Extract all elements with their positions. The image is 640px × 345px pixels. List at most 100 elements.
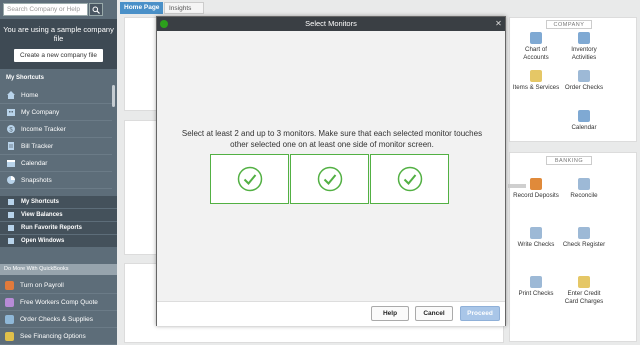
square-icon: [6, 210, 16, 220]
company-icon: [6, 107, 16, 117]
sidebar-item-my-company[interactable]: My Company: [0, 104, 112, 121]
sidebar-item-bill-tracker[interactable]: Bill Tracker: [0, 138, 112, 155]
sidebar-item-workers-comp[interactable]: Free Workers Comp Quote: [0, 295, 117, 311]
calendar-icon: [578, 110, 590, 122]
dialog-instructions: Select at least 2 and up to 3 monitors. …: [181, 129, 483, 149]
search-button[interactable]: [89, 3, 103, 16]
sidebar-section-open-windows[interactable]: Open Windows: [0, 235, 117, 248]
sidebar-item-turn-on-payroll[interactable]: Turn on Payroll: [0, 278, 117, 294]
write-checks-label: Write Checks: [517, 241, 555, 248]
reconcile-label: Reconcile: [570, 192, 598, 199]
snapshots-icon: [6, 175, 16, 185]
order-checks-icon: [578, 70, 590, 82]
square-icon: [6, 236, 16, 246]
record-deposits-button[interactable]: Record Deposits: [512, 178, 560, 200]
sidebar-item-calendar[interactable]: Calendar: [0, 155, 112, 172]
sidebar-item-label: Home: [21, 91, 39, 99]
company-panel-title: COMPANY: [546, 20, 592, 29]
write-checks-icon: [530, 227, 542, 239]
cancel-button[interactable]: Cancel: [415, 306, 453, 321]
calendar-icon: [6, 158, 16, 168]
calendar-label: Calendar: [571, 124, 597, 131]
sample-company-text: You are using a sample company file: [3, 25, 114, 43]
reconcile-button[interactable]: Reconcile: [560, 178, 608, 200]
order-checks-button[interactable]: Order Checks: [560, 70, 608, 92]
items-services-label: Items & Services: [512, 84, 560, 91]
print-checks-icon: [530, 276, 542, 288]
sidebar-section-my-shortcuts[interactable]: My Shortcuts: [0, 196, 117, 209]
chart-of-accounts-button[interactable]: Chart of Accounts: [512, 32, 560, 61]
check-circle-icon: [397, 166, 422, 192]
sidebar-scrollbar[interactable]: [112, 85, 115, 107]
help-button[interactable]: Help: [371, 306, 409, 321]
monitor-tile-3[interactable]: [370, 154, 449, 204]
my-shortcuts-heading: My Shortcuts: [6, 75, 45, 81]
chart-of-accounts-label: Chart of Accounts: [523, 46, 549, 61]
banking-panel-title: BANKING: [546, 156, 592, 165]
sidebar-item-label: Snapshots: [21, 176, 52, 184]
sidebar-item-income-tracker[interactable]: $ Income Tracker: [0, 121, 112, 138]
payroll-icon: [5, 281, 14, 290]
calendar-button[interactable]: Calendar: [560, 110, 608, 132]
tab-insights[interactable]: Insights: [164, 2, 204, 14]
create-company-button[interactable]: Create a new company file: [14, 49, 103, 62]
sidebar-item-label: Free Workers Comp Quote: [20, 299, 98, 306]
proceed-button[interactable]: Proceed: [460, 306, 500, 321]
record-deposits-icon: [530, 178, 542, 190]
record-deposits-label: Record Deposits: [513, 192, 559, 199]
items-services-icon: [530, 70, 542, 82]
left-navigation-sidebar: Search Company or Help You are using a s…: [0, 0, 117, 345]
sidebar-item-label: Order Checks & Supplies: [20, 316, 93, 323]
print-checks-button[interactable]: Print Checks: [512, 276, 560, 298]
financing-icon: [5, 332, 14, 341]
check-register-label: Check Register: [562, 241, 606, 248]
inventory-activities-label: Inventory Activities: [571, 46, 597, 61]
bill-tracker-icon: [6, 141, 16, 151]
sidebar-section-run-favorite-reports[interactable]: Run Favorite Reports: [0, 222, 117, 235]
sidebar-item-financing[interactable]: See Financing Options: [0, 329, 117, 345]
search-input[interactable]: Search Company or Help: [3, 3, 88, 16]
sidebar-item-label: Calendar: [21, 159, 48, 167]
search-icon: [92, 6, 100, 14]
square-icon: [6, 223, 16, 233]
sidebar-section-label: Run Favorite Reports: [21, 225, 83, 231]
quickbooks-logo-icon: [160, 20, 168, 28]
do-more-heading: Do More With QuickBooks: [0, 264, 117, 275]
reconcile-icon: [578, 178, 590, 190]
inventory-activities-button[interactable]: Inventory Activities: [560, 32, 608, 61]
sidebar-section-view-balances[interactable]: View Balances: [0, 209, 117, 222]
tab-home-page[interactable]: Home Page: [120, 2, 164, 14]
income-tracker-icon: $: [6, 124, 16, 134]
credit-card-charges-label: Enter Credit Card Charges: [564, 290, 604, 305]
credit-card-charges-button[interactable]: Enter Credit Card Charges: [560, 276, 608, 305]
sidebar-item-label: My Company: [21, 108, 60, 116]
credit-card-icon: [578, 276, 590, 288]
check-register-button[interactable]: Check Register: [560, 227, 608, 249]
sidebar-item-home[interactable]: Home: [0, 87, 112, 104]
print-checks-label: Print Checks: [518, 290, 554, 297]
inventory-icon: [578, 32, 590, 44]
check-circle-icon: [317, 166, 342, 192]
items-services-button[interactable]: Items & Services: [512, 70, 560, 92]
select-monitors-dialog: Select Monitors ✕ Select at least 2 and …: [156, 16, 506, 326]
chart-of-accounts-icon: [530, 32, 542, 44]
order-checks-label: Order Checks: [564, 84, 604, 91]
monitor-tile-2[interactable]: [290, 154, 369, 204]
dialog-title: Select Monitors: [157, 17, 505, 31]
sidebar-item-order-checks[interactable]: Order Checks & Supplies: [0, 312, 117, 328]
monitor-tile-1[interactable]: [210, 154, 289, 204]
close-icon[interactable]: ✕: [493, 18, 504, 30]
sidebar-section-label: View Balances: [21, 212, 63, 218]
checks-icon: [5, 315, 14, 324]
sidebar-section-label: Open Windows: [21, 238, 65, 244]
sidebar-item-label: Income Tracker: [21, 125, 66, 133]
write-checks-button[interactable]: Write Checks: [512, 227, 560, 249]
square-icon: [6, 197, 16, 207]
sidebar-item-snapshots[interactable]: Snapshots: [0, 172, 112, 189]
plus-icon: [5, 298, 14, 307]
sidebar-item-label: See Financing Options: [20, 333, 86, 340]
sidebar-item-label: Bill Tracker: [21, 142, 54, 150]
check-register-icon: [578, 227, 590, 239]
check-circle-icon: [237, 166, 262, 192]
sidebar-item-label: Turn on Payroll: [20, 282, 64, 289]
